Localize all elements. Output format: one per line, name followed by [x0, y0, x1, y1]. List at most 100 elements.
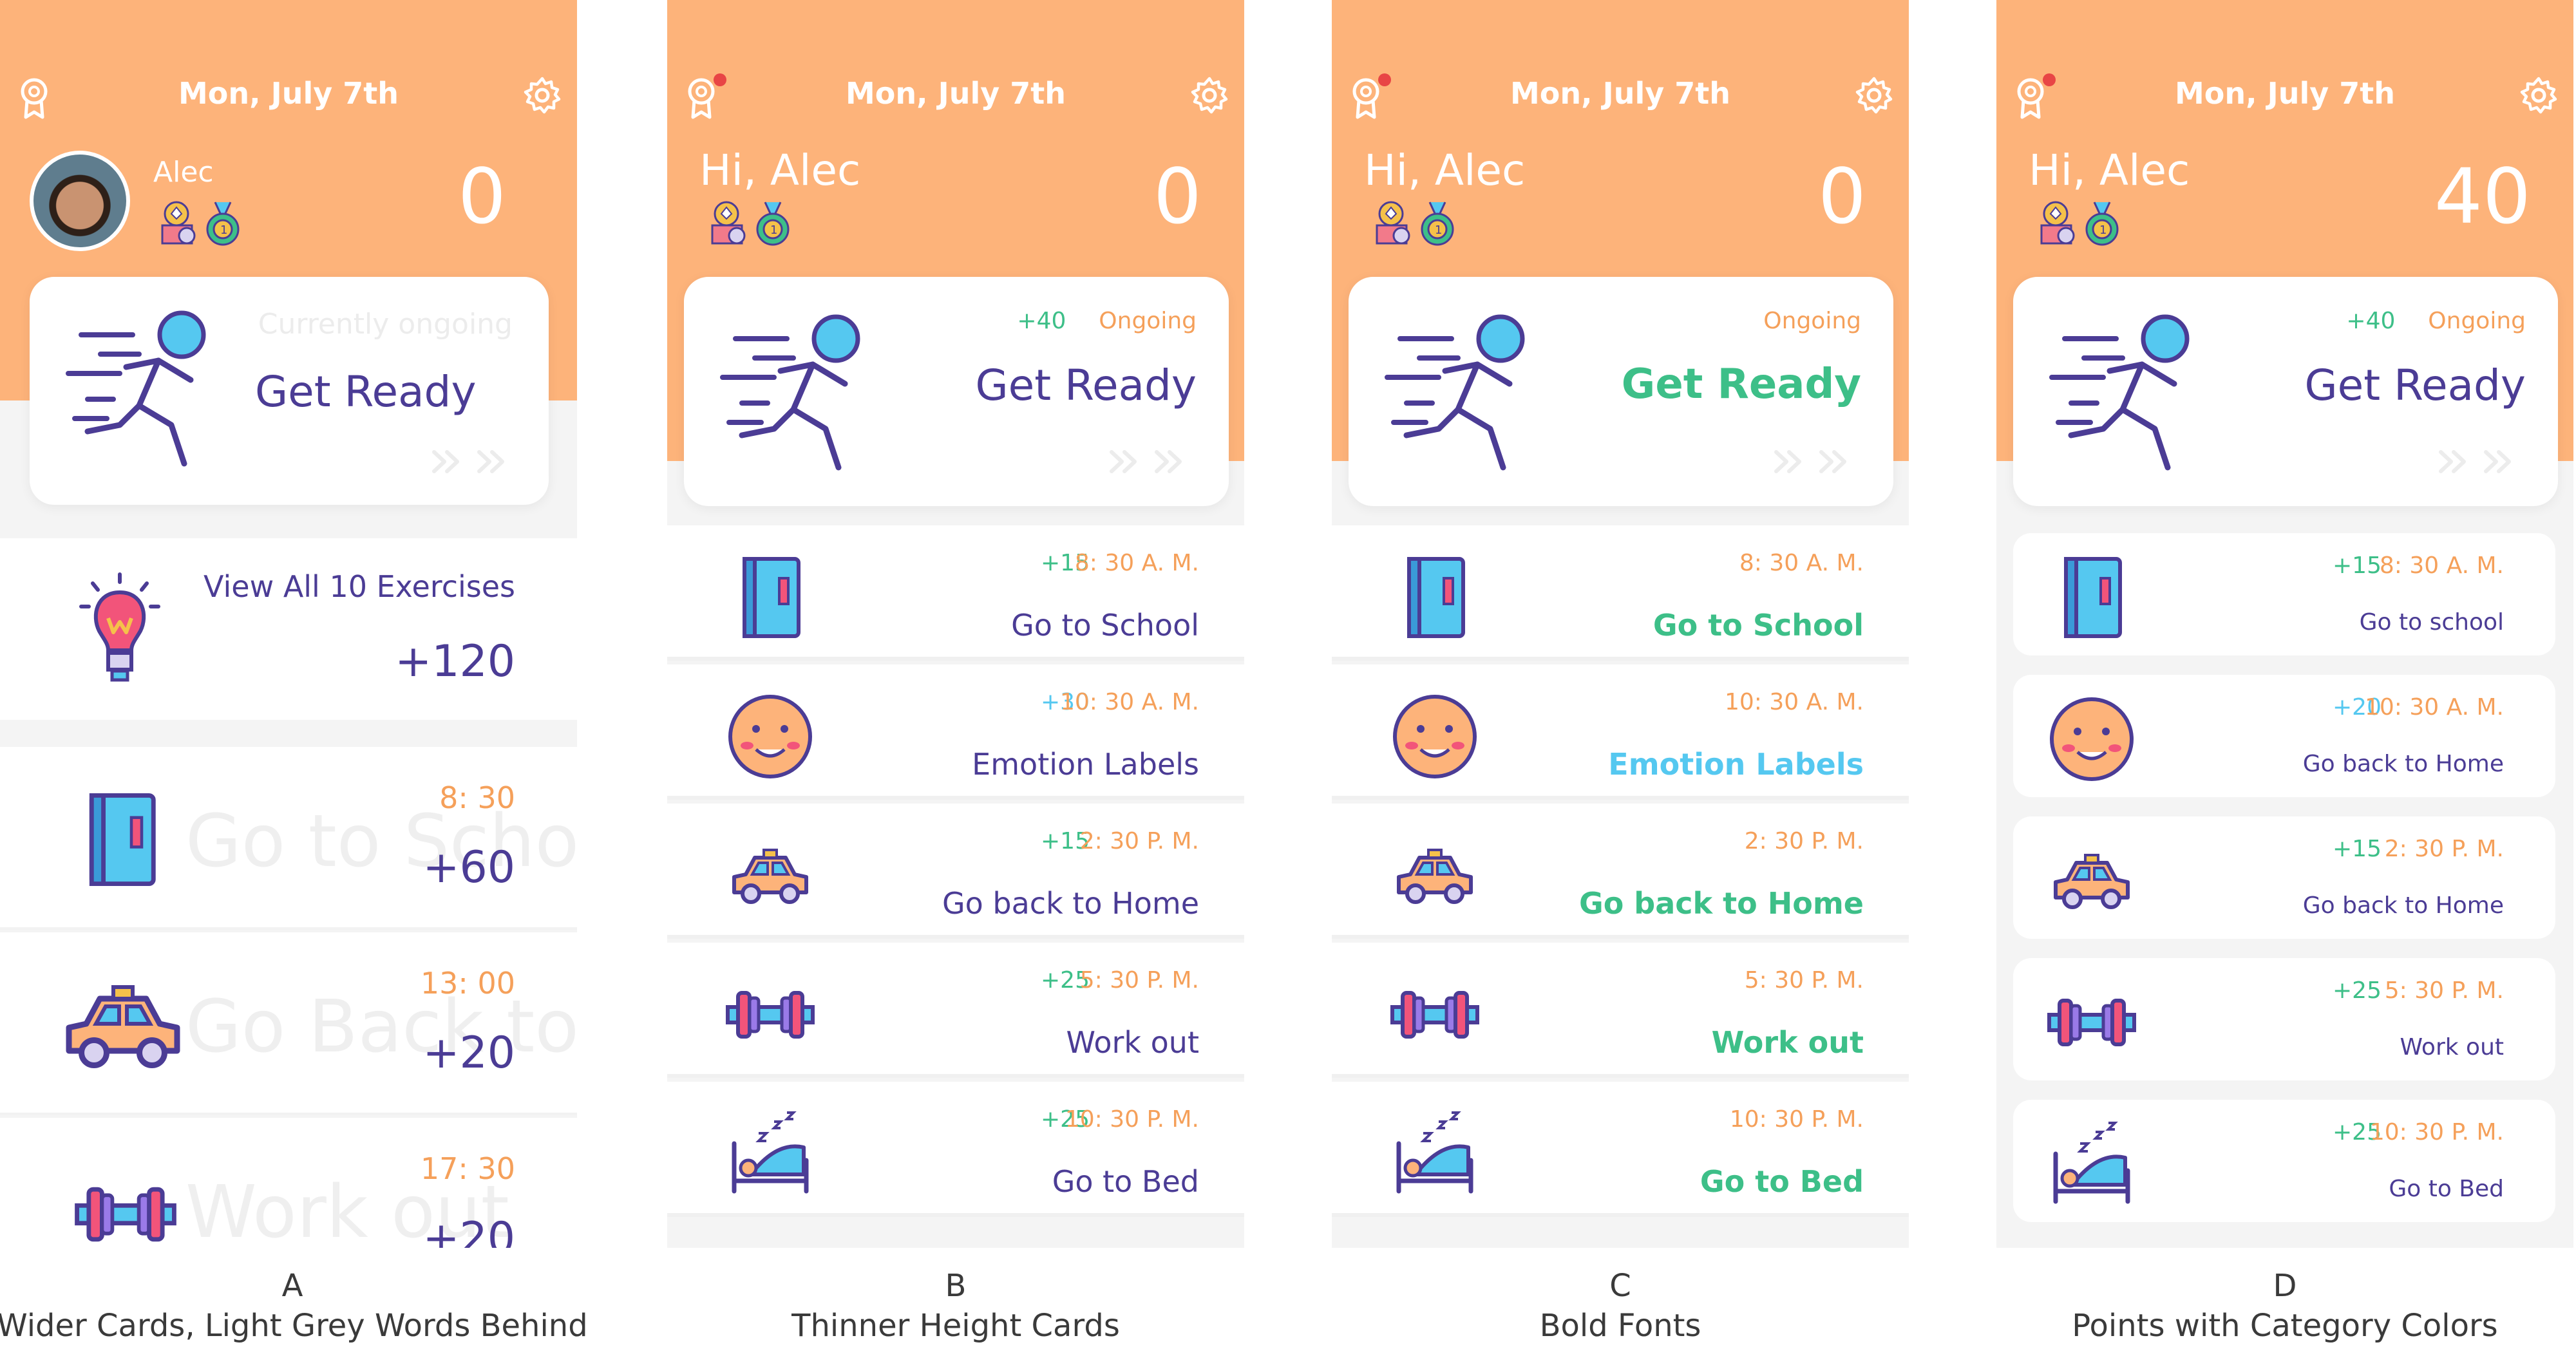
- caption-text: Bold Fonts: [1539, 1308, 1701, 1344]
- book-icon: [725, 552, 815, 643]
- task-time: 2: 30 P. M.: [1744, 828, 1864, 854]
- achievement-badges-icon[interactable]: [153, 200, 256, 247]
- task-row[interactable]: 8: 30 A. M. Go to School: [1332, 525, 1909, 661]
- task-time: 8: 30 A. M.: [1739, 550, 1864, 576]
- task-name: Go back to Home: [2302, 751, 2504, 777]
- task-card[interactable]: +15 8: 30 A. M. Go to school: [2013, 533, 2555, 655]
- greeting: Hi, Alec: [699, 146, 861, 195]
- caption-text: Points with Category Colors: [2072, 1308, 2498, 1344]
- avatar[interactable]: [30, 151, 130, 251]
- task-name: Go to School: [1011, 608, 1199, 643]
- get-ready-card[interactable]: Currently ongoing Get Ready: [30, 277, 549, 505]
- settings-gear-icon[interactable]: [523, 76, 562, 115]
- screen-c: Mon, July 7th Hi, Alec 0 Ongoing Get Rea…: [1332, 0, 1909, 1248]
- user-name: Alec: [153, 156, 214, 189]
- view-all-card[interactable]: View All 10 Exercises +120: [0, 538, 577, 720]
- book-icon: [70, 775, 173, 904]
- achievement-badges-icon[interactable]: [2032, 200, 2136, 247]
- settings-gear-icon[interactable]: [2519, 76, 2558, 115]
- task-row[interactable]: +15 2: 30 P. M. Go back to Home: [667, 804, 1244, 939]
- card-tag: +40 Ongoing: [2346, 308, 2526, 334]
- task-card[interactable]: +25 10: 30 P. M. Go to Bed: [2013, 1100, 2555, 1222]
- status-text: Currently ongoing: [258, 308, 513, 341]
- task-name: Work out: [1711, 1025, 1864, 1060]
- caption-c: C Bold Fonts: [1298, 1266, 1942, 1346]
- task-name: Work out: [2400, 1034, 2504, 1060]
- task-card[interactable]: +20 10: 30 A. M. Go back to Home: [2013, 675, 2555, 797]
- score: 0: [1817, 152, 1866, 241]
- settings-gear-icon[interactable]: [1190, 76, 1229, 115]
- screen-d: Mon, July 7th Hi, Alec 40 +40 Ongoing Ge…: [1996, 0, 2573, 1248]
- task-row[interactable]: Go to Scho 8: 30 +60: [0, 747, 577, 930]
- smiley-face-icon: [725, 692, 815, 782]
- task-card[interactable]: +15 2: 30 P. M. Go back to Home: [2013, 816, 2555, 939]
- task-points: +25: [2333, 977, 2382, 1004]
- book-icon: [1390, 552, 1480, 643]
- task-row[interactable]: +25 5: 30 P. M. Work out: [667, 943, 1244, 1078]
- car-icon: [1390, 831, 1480, 921]
- dumbbell-icon: [2047, 977, 2137, 1068]
- status-text: Ongoing: [2428, 308, 2526, 334]
- chevrons-icon: [429, 446, 513, 478]
- task-row[interactable]: 5: 30 P. M. Work out: [1332, 943, 1909, 1078]
- achievement-badges-icon[interactable]: [703, 200, 806, 247]
- get-ready-card[interactable]: +40 Ongoing Get Ready: [2013, 277, 2558, 506]
- get-ready-card[interactable]: Ongoing Get Ready: [1349, 277, 1893, 506]
- task-time: 10: 30 A. M.: [1724, 689, 1864, 715]
- task-row[interactable]: 10: 30 P. M. Go to Bed: [1332, 1082, 1909, 1217]
- card-title: Get Ready: [975, 361, 1197, 410]
- task-time: 5: 30 P. M.: [1744, 967, 1864, 994]
- task-row[interactable]: +15 8: 30 A. M. Go to School: [667, 525, 1244, 661]
- task-points: +20: [422, 1028, 515, 1079]
- lightbulb-icon: [75, 570, 165, 686]
- task-row[interactable]: 2: 30 P. M. Go back to Home: [1332, 804, 1909, 939]
- chevrons-icon: [1771, 446, 1855, 478]
- task-time: 17: 30: [420, 1151, 515, 1186]
- runner-icon: [1381, 313, 1548, 474]
- task-time: 10: 30 P. M.: [1729, 1106, 1864, 1133]
- car-icon: [725, 831, 815, 921]
- avatar-photo: [33, 155, 126, 247]
- task-time: 8: 30: [439, 780, 515, 815]
- task-name: Work out: [1066, 1025, 1199, 1060]
- task-row[interactable]: +30 10: 30 A. M. Emotion Labels: [667, 664, 1244, 800]
- task-points: +60: [422, 842, 515, 893]
- task-name: Go to School: [1653, 608, 1864, 643]
- card-title: Get Ready: [2304, 361, 2526, 410]
- smiley-face-icon: [2047, 694, 2137, 784]
- card-title: Get Ready: [1621, 361, 1861, 408]
- task-row[interactable]: +25 10: 30 P. M. Go to Bed: [667, 1082, 1244, 1217]
- card-points: +40: [2346, 308, 2396, 334]
- date-label: Mon, July 7th: [2175, 76, 2395, 111]
- task-name: Go to Bed: [1052, 1164, 1199, 1199]
- task-time: 10: 30 P. M.: [1065, 1106, 1199, 1133]
- caption-d: D Points with Category Colors: [1963, 1266, 2576, 1346]
- task-name: Emotion Labels: [972, 747, 1199, 782]
- dumbbell-icon: [725, 970, 815, 1060]
- caption-letter: A: [281, 1268, 303, 1304]
- task-card[interactable]: +25 5: 30 P. M. Work out: [2013, 958, 2555, 1080]
- task-row[interactable]: Go Back to 13: 00 +20: [0, 932, 577, 1115]
- get-ready-card[interactable]: +40 Ongoing Get Ready: [684, 277, 1229, 506]
- ghost-title: Go Back to: [185, 985, 577, 1069]
- caption-a: A Wider Cards, Light Grey Words Behind: [0, 1266, 614, 1346]
- caption-letter: C: [1609, 1268, 1631, 1304]
- card-tag: +40 Ongoing: [1017, 308, 1197, 334]
- view-all-points: +120: [395, 636, 515, 687]
- settings-gear-icon[interactable]: [1855, 76, 1893, 115]
- task-time: 5: 30 P. M.: [2384, 977, 2504, 1004]
- ghost-title: Go to Scho: [185, 800, 577, 883]
- task-time: 2: 30 P. M.: [1079, 828, 1199, 854]
- bed-icon: [1390, 1109, 1480, 1199]
- screen-b: Mon, July 7th Hi, Alec 0 +40 Ongoing Get…: [667, 0, 1244, 1248]
- status-text: Ongoing: [1763, 308, 1861, 334]
- task-time: 8: 30 A. M.: [1074, 550, 1199, 576]
- task-row[interactable]: Work out 17: 30 +20: [0, 1118, 577, 1248]
- task-time: 10: 30 A. M.: [2364, 694, 2504, 721]
- achievement-badges-icon[interactable]: [1368, 200, 1471, 247]
- greeting: Hi, Alec: [2029, 146, 2190, 195]
- task-points: +15: [2333, 552, 2382, 579]
- card-points: +40: [1017, 308, 1066, 334]
- task-row[interactable]: 10: 30 A. M. Emotion Labels: [1332, 664, 1909, 800]
- task-name: Go back to Home: [2302, 892, 2504, 919]
